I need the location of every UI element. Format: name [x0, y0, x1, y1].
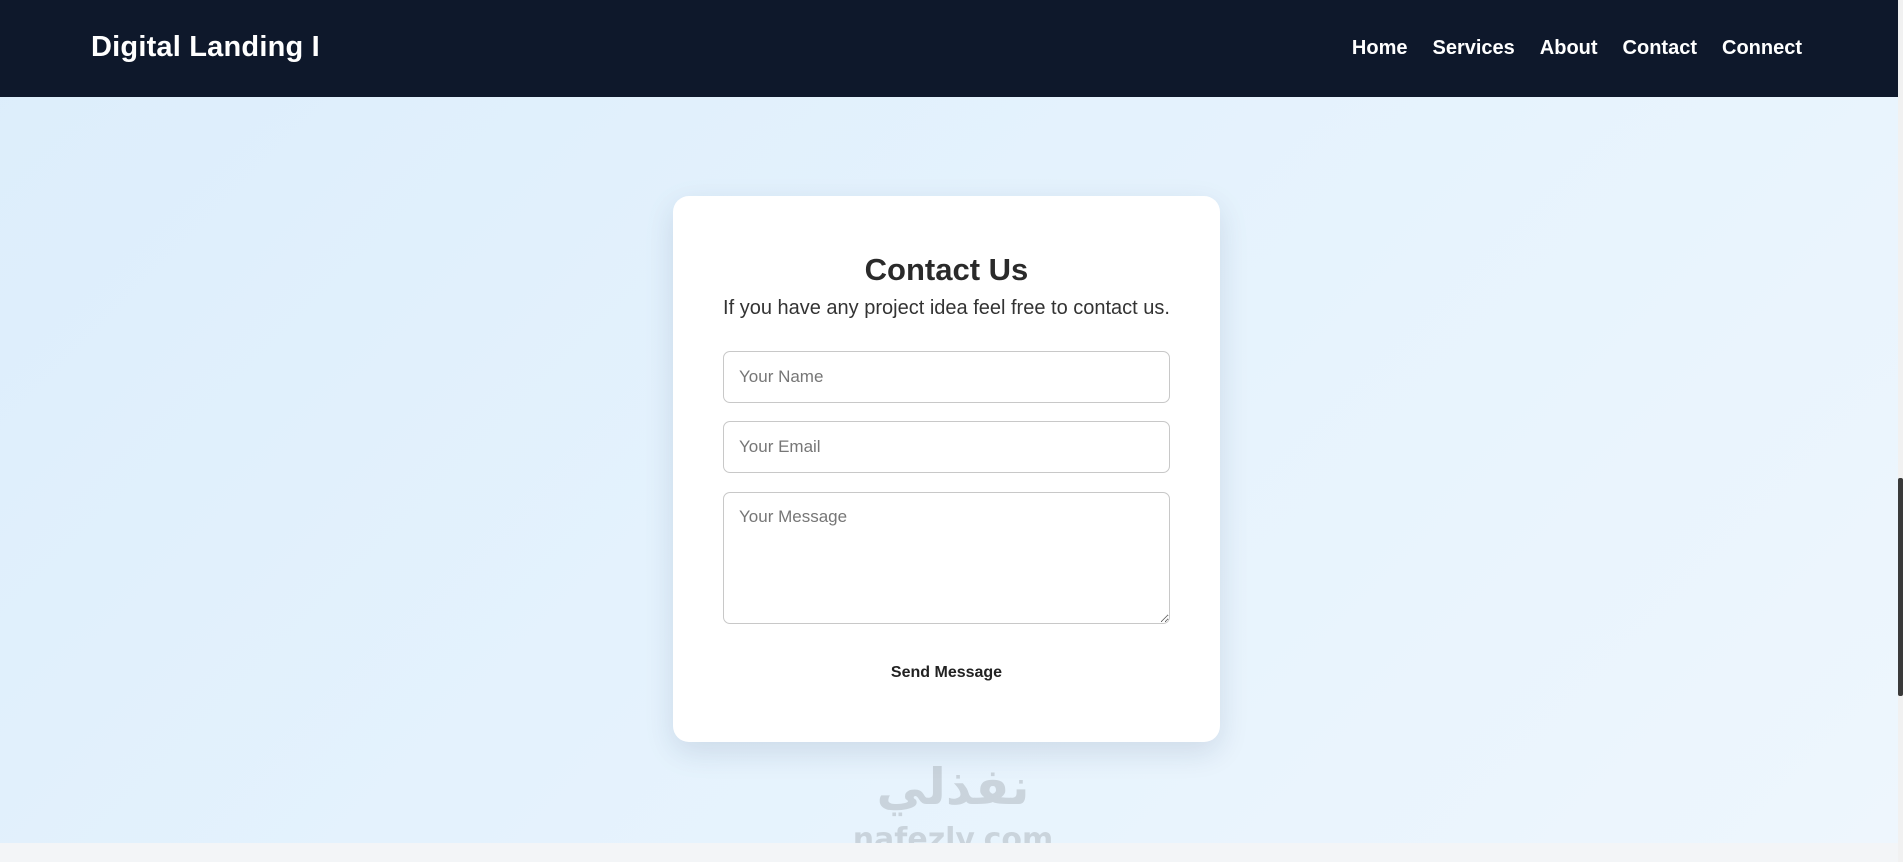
- message-textarea[interactable]: [723, 492, 1170, 624]
- scrollbar-track[interactable]: [1898, 0, 1903, 862]
- contact-card: Contact Us If you have any project idea …: [673, 196, 1220, 742]
- nav-link-services[interactable]: Services: [1432, 37, 1514, 60]
- site-brand[interactable]: Digital Landing I: [91, 31, 320, 64]
- nafezly-watermark-logo: نفذلي nafezly.com: [853, 758, 1054, 857]
- nav-link-connect[interactable]: Connect: [1722, 37, 1802, 60]
- name-input[interactable]: [723, 351, 1170, 403]
- nav-link-home[interactable]: Home: [1352, 37, 1408, 60]
- contact-title: Contact Us: [864, 252, 1029, 287]
- page-bottom-strip: [0, 843, 1898, 862]
- nav-link-about[interactable]: About: [1540, 37, 1598, 60]
- nav-link-contact[interactable]: Contact: [1623, 37, 1697, 60]
- main-nav: Home Services About Contact Connect: [1352, 37, 1802, 60]
- send-message-button[interactable]: Send Message: [723, 656, 1170, 690]
- watermark-arabic-text: نفذلي: [876, 758, 1029, 816]
- scrollbar-thumb[interactable]: [1898, 478, 1903, 696]
- email-input[interactable]: [723, 421, 1170, 473]
- top-navbar: Digital Landing I Home Services About Co…: [0, 0, 1898, 97]
- contact-subtitle: If you have any project idea feel free t…: [723, 297, 1170, 319]
